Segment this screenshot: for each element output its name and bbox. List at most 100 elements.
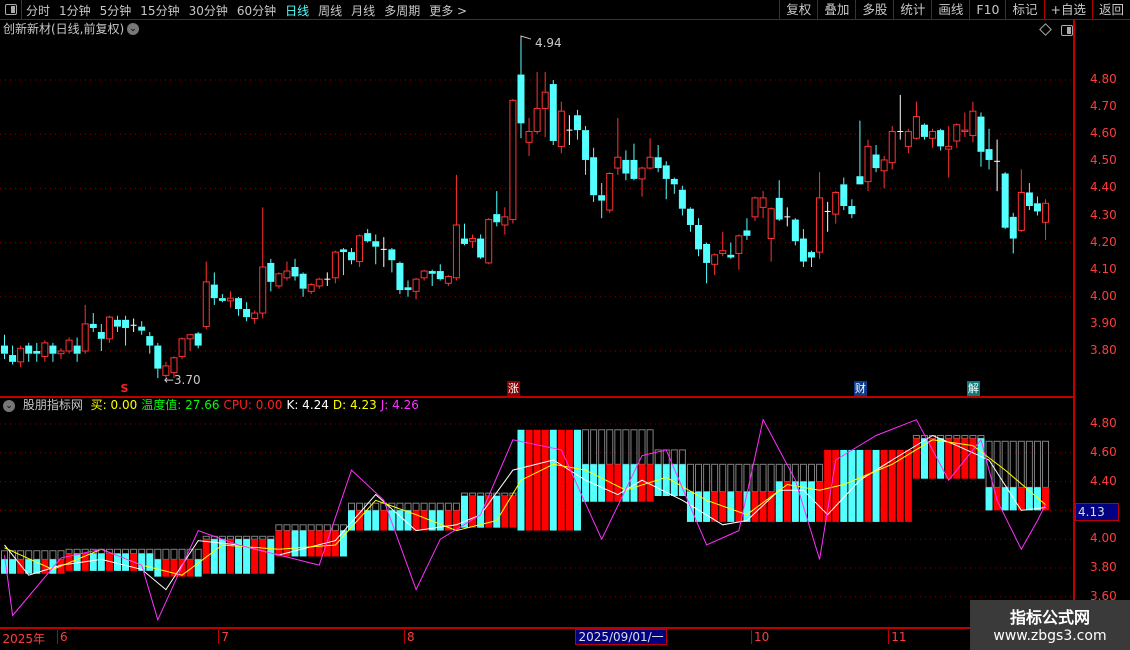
candle[interactable] — [380, 237, 387, 267]
candle[interactable] — [339, 248, 347, 276]
candle[interactable] — [477, 234, 485, 259]
event-marker[interactable]: S — [120, 381, 130, 396]
indicator-name[interactable]: 股朋指标网 — [23, 398, 83, 412]
candle[interactable] — [105, 315, 113, 343]
candle[interactable] — [73, 337, 81, 362]
candle[interactable] — [953, 123, 961, 148]
candle[interactable] — [226, 291, 234, 308]
candle[interactable] — [904, 128, 912, 154]
candle[interactable] — [735, 234, 743, 270]
candle[interactable] — [469, 234, 477, 249]
chevron-down-icon[interactable]: ⌄ — [3, 399, 15, 412]
candle[interactable] — [977, 112, 985, 167]
candle[interactable] — [315, 277, 323, 289]
candle[interactable] — [404, 280, 412, 297]
candle[interactable] — [743, 218, 751, 240]
candle[interactable] — [291, 258, 299, 281]
candle[interactable] — [130, 318, 137, 333]
candle[interactable] — [598, 182, 606, 219]
candle[interactable] — [525, 117, 533, 156]
candle[interactable] — [719, 231, 727, 257]
candle[interactable] — [897, 94, 904, 140]
candle[interactable] — [41, 340, 49, 362]
candle[interactable] — [9, 345, 17, 365]
candle[interactable] — [372, 234, 380, 265]
candle[interactable] — [267, 258, 275, 292]
candle[interactable] — [356, 234, 364, 267]
candle[interactable] — [799, 229, 807, 267]
candle[interactable] — [460, 223, 468, 246]
candle[interactable] — [695, 218, 703, 257]
candle[interactable] — [727, 242, 735, 259]
candle[interactable] — [1, 334, 8, 360]
candle[interactable] — [912, 101, 920, 140]
candle[interactable] — [243, 302, 251, 322]
candle[interactable] — [307, 283, 315, 295]
candle[interactable] — [275, 272, 283, 289]
candle[interactable] — [97, 323, 105, 351]
candle[interactable] — [324, 272, 331, 286]
candle[interactable] — [138, 321, 146, 335]
candle[interactable] — [259, 207, 267, 319]
candle[interactable] — [969, 101, 977, 143]
candle[interactable] — [582, 126, 590, 175]
candle[interactable] — [767, 207, 775, 262]
candle[interactable] — [638, 166, 646, 197]
candle[interactable] — [864, 139, 872, 192]
candle[interactable] — [283, 261, 291, 281]
candle[interactable] — [1017, 169, 1025, 232]
candle[interactable] — [57, 348, 65, 360]
candle[interactable] — [493, 191, 501, 227]
candle[interactable] — [888, 126, 896, 170]
candle[interactable] — [654, 145, 662, 173]
candle[interactable] — [937, 128, 945, 151]
candle[interactable] — [533, 71, 541, 135]
candle[interactable] — [590, 147, 598, 202]
candle[interactable] — [686, 207, 694, 232]
candle[interactable] — [961, 112, 969, 137]
candle[interactable] — [751, 196, 759, 221]
candle[interactable] — [25, 342, 33, 362]
candle[interactable] — [428, 269, 436, 286]
candle[interactable] — [89, 313, 97, 333]
candle[interactable] — [81, 304, 89, 354]
candle[interactable] — [194, 332, 202, 349]
candle[interactable] — [832, 191, 840, 224]
candle[interactable] — [557, 101, 565, 154]
candle[interactable] — [17, 345, 25, 368]
candle[interactable] — [420, 269, 428, 281]
candle[interactable] — [646, 138, 654, 170]
candle[interactable] — [517, 42, 525, 139]
candle[interactable] — [146, 332, 154, 354]
candle[interactable] — [662, 161, 670, 200]
candle[interactable] — [566, 115, 573, 146]
candle[interactable] — [622, 150, 630, 181]
candle[interactable] — [614, 117, 622, 175]
candle[interactable] — [485, 218, 493, 265]
candle[interactable] — [436, 264, 444, 281]
event-marker[interactable]: 涨 — [506, 381, 520, 396]
candle[interactable] — [33, 342, 41, 362]
event-marker[interactable]: 解 — [966, 381, 980, 396]
candle[interactable] — [235, 296, 243, 316]
candle[interactable] — [364, 229, 372, 243]
candle[interactable] — [985, 128, 993, 170]
candle[interactable] — [872, 145, 880, 173]
candle[interactable] — [113, 315, 121, 333]
candle[interactable] — [1033, 196, 1041, 216]
candle[interactable] — [994, 139, 1001, 192]
candle[interactable] — [791, 218, 799, 246]
candle[interactable] — [678, 185, 686, 216]
candle[interactable] — [210, 272, 218, 305]
candle[interactable] — [509, 98, 517, 224]
candle[interactable] — [1042, 199, 1050, 240]
candle[interactable] — [630, 143, 638, 181]
candle[interactable] — [670, 177, 678, 194]
candle[interactable] — [759, 191, 767, 219]
candle[interactable] — [1009, 212, 1017, 254]
candle[interactable] — [606, 172, 614, 213]
candle[interactable] — [186, 334, 194, 351]
candle[interactable] — [178, 337, 186, 360]
candle[interactable] — [202, 261, 210, 330]
candle[interactable] — [444, 275, 452, 286]
